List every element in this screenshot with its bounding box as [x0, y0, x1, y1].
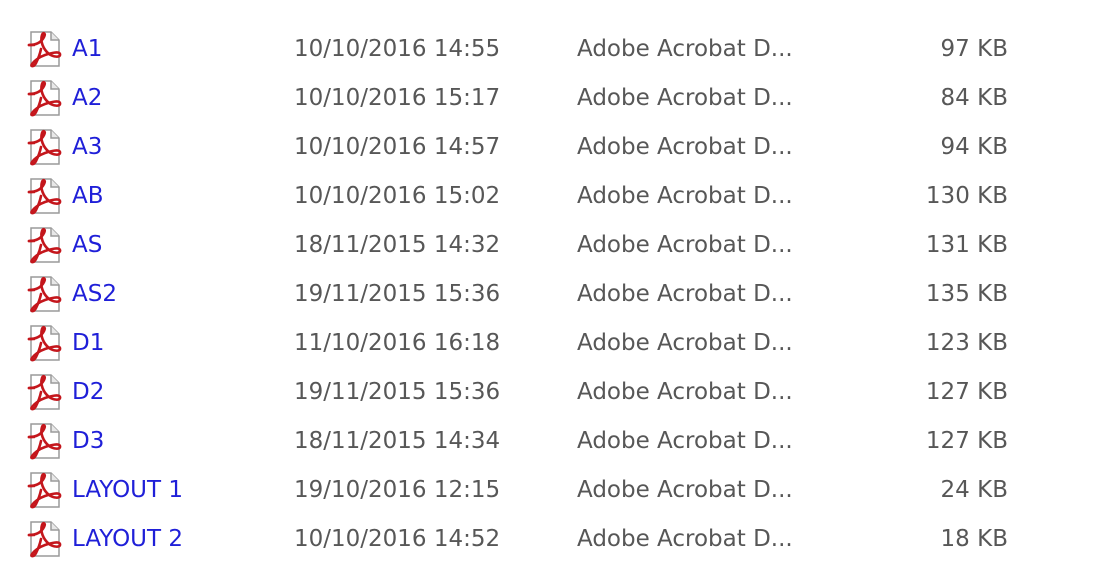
file-date-modified: 19/11/2015 15:36	[294, 281, 501, 307]
file-name[interactable]: A3	[72, 134, 102, 160]
file-type: Adobe Acrobat D...	[577, 36, 793, 62]
file-type: Adobe Acrobat D...	[577, 183, 793, 209]
file-row[interactable]: A3 10/10/2016 14:57 Adobe Acrobat D... 9…	[0, 125, 1094, 174]
pdf-icon	[25, 372, 65, 412]
file-size: 127 KB	[925, 428, 1008, 454]
file-name[interactable]: LAYOUT 2	[72, 526, 183, 552]
file-size: 130 KB	[925, 183, 1008, 209]
file-type: Adobe Acrobat D...	[577, 379, 793, 405]
pdf-icon	[25, 29, 65, 69]
file-row[interactable]: D3 18/11/2015 14:34 Adobe Acrobat D... 1…	[0, 419, 1094, 468]
file-row[interactable]: D2 19/11/2015 15:36 Adobe Acrobat D... 1…	[0, 370, 1094, 419]
file-date-modified: 18/11/2015 14:32	[294, 232, 501, 258]
file-row[interactable]: AS 18/11/2015 14:32 Adobe Acrobat D... 1…	[0, 223, 1094, 272]
file-name[interactable]: A1	[72, 36, 102, 62]
file-date-modified: 19/11/2015 15:36	[294, 379, 501, 405]
pdf-icon	[25, 323, 65, 363]
file-date-modified: 10/10/2016 15:02	[294, 183, 501, 209]
pdf-icon	[25, 421, 65, 461]
file-row[interactable]: AS2 19/11/2015 15:36 Adobe Acrobat D... …	[0, 272, 1094, 321]
file-row[interactable]: LAYOUT 1 19/10/2016 12:15 Adobe Acrobat …	[0, 468, 1094, 517]
file-name[interactable]: AB	[72, 183, 104, 209]
file-row[interactable]: A1 10/10/2016 14:55 Adobe Acrobat D... 9…	[0, 27, 1094, 76]
file-size: 127 KB	[925, 379, 1008, 405]
file-size: 135 KB	[925, 281, 1008, 307]
file-type: Adobe Acrobat D...	[577, 428, 793, 454]
file-name[interactable]: AS2	[72, 281, 117, 307]
file-date-modified: 10/10/2016 14:55	[294, 36, 501, 62]
file-date-modified: 10/10/2016 15:17	[294, 85, 501, 111]
file-row[interactable]: LAYOUT 2 10/10/2016 14:52 Adobe Acrobat …	[0, 517, 1094, 566]
file-type: Adobe Acrobat D...	[577, 85, 793, 111]
pdf-icon	[25, 78, 65, 118]
file-row[interactable]: A2 10/10/2016 15:17 Adobe Acrobat D... 8…	[0, 76, 1094, 125]
file-type: Adobe Acrobat D...	[577, 281, 793, 307]
file-date-modified: 19/10/2016 12:15	[294, 477, 501, 503]
file-list: A1 10/10/2016 14:55 Adobe Acrobat D... 9…	[0, 27, 1094, 566]
pdf-icon	[25, 127, 65, 167]
file-size: 123 KB	[925, 330, 1008, 356]
file-date-modified: 10/10/2016 14:57	[294, 134, 501, 160]
file-size: 18 KB	[940, 526, 1008, 552]
file-type: Adobe Acrobat D...	[577, 526, 793, 552]
file-size: 97 KB	[940, 36, 1008, 62]
file-name[interactable]: D2	[72, 379, 104, 405]
file-date-modified: 10/10/2016 14:52	[294, 526, 501, 552]
pdf-icon	[25, 176, 65, 216]
file-size: 24 KB	[940, 477, 1008, 503]
file-date-modified: 18/11/2015 14:34	[294, 428, 501, 454]
file-type: Adobe Acrobat D...	[577, 232, 793, 258]
file-name[interactable]: D3	[72, 428, 104, 454]
file-name[interactable]: AS	[72, 232, 102, 258]
file-name[interactable]: LAYOUT 1	[72, 477, 183, 503]
pdf-icon	[25, 274, 65, 314]
file-name[interactable]: D1	[72, 330, 104, 356]
file-row[interactable]: AB 10/10/2016 15:02 Adobe Acrobat D... 1…	[0, 174, 1094, 223]
file-date-modified: 11/10/2016 16:18	[294, 330, 501, 356]
file-type: Adobe Acrobat D...	[577, 330, 793, 356]
file-name[interactable]: A2	[72, 85, 102, 111]
file-size: 131 KB	[925, 232, 1008, 258]
file-size: 94 KB	[940, 134, 1008, 160]
file-size: 84 KB	[940, 85, 1008, 111]
pdf-icon	[25, 470, 65, 510]
file-row[interactable]: D1 11/10/2016 16:18 Adobe Acrobat D... 1…	[0, 321, 1094, 370]
pdf-icon	[25, 519, 65, 559]
file-type: Adobe Acrobat D...	[577, 134, 793, 160]
pdf-icon	[25, 225, 65, 265]
file-type: Adobe Acrobat D...	[577, 477, 793, 503]
